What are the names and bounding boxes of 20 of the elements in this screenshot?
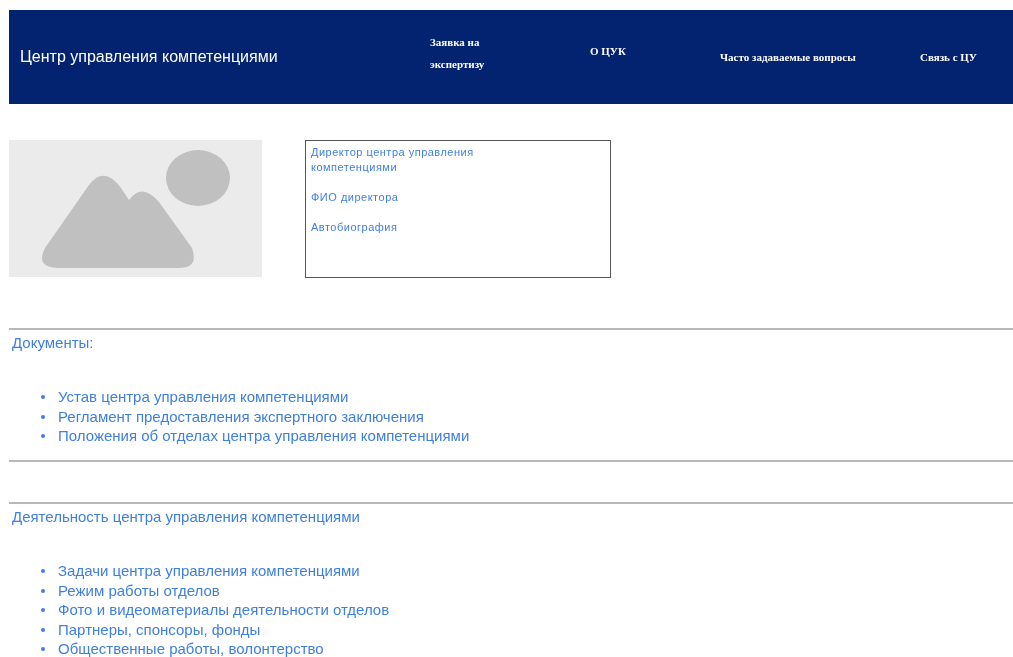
- nav-link[interactable]: Часто задаваемые вопросы: [720, 46, 910, 68]
- nav-link[interactable]: Заявка на экспертизу: [430, 31, 520, 75]
- bullet-icon: [41, 395, 45, 400]
- director-link[interactable]: Автобиография: [311, 220, 521, 235]
- nav-link[interactable]: О ЦУК: [590, 40, 650, 62]
- nav-link[interactable]: Связь с ЦУ: [920, 46, 1010, 68]
- document-link[interactable]: Общественные работы, волонтерство: [58, 638, 324, 657]
- bullet-icon: [41, 608, 45, 613]
- bullet-icon: [41, 588, 45, 593]
- director-link[interactable]: ФИО директора: [311, 190, 521, 205]
- bullet-icon: [41, 627, 45, 632]
- bullet-icon: [41, 414, 45, 419]
- section-heading: Документы:: [11, 333, 95, 353]
- document-link[interactable]: Положения об отделах центра управления компетенциями: [58, 425, 470, 448]
- bullet-icon: [41, 647, 45, 652]
- bullet-icon: [41, 434, 45, 439]
- section-heading: Деятельность центра управления компетенциями: [11, 507, 361, 527]
- director-link[interactable]: Директор центра управления компетенциями: [311, 145, 521, 175]
- bullet-icon: [41, 569, 45, 574]
- site-title: Центр управления компетенциями: [20, 47, 279, 67]
